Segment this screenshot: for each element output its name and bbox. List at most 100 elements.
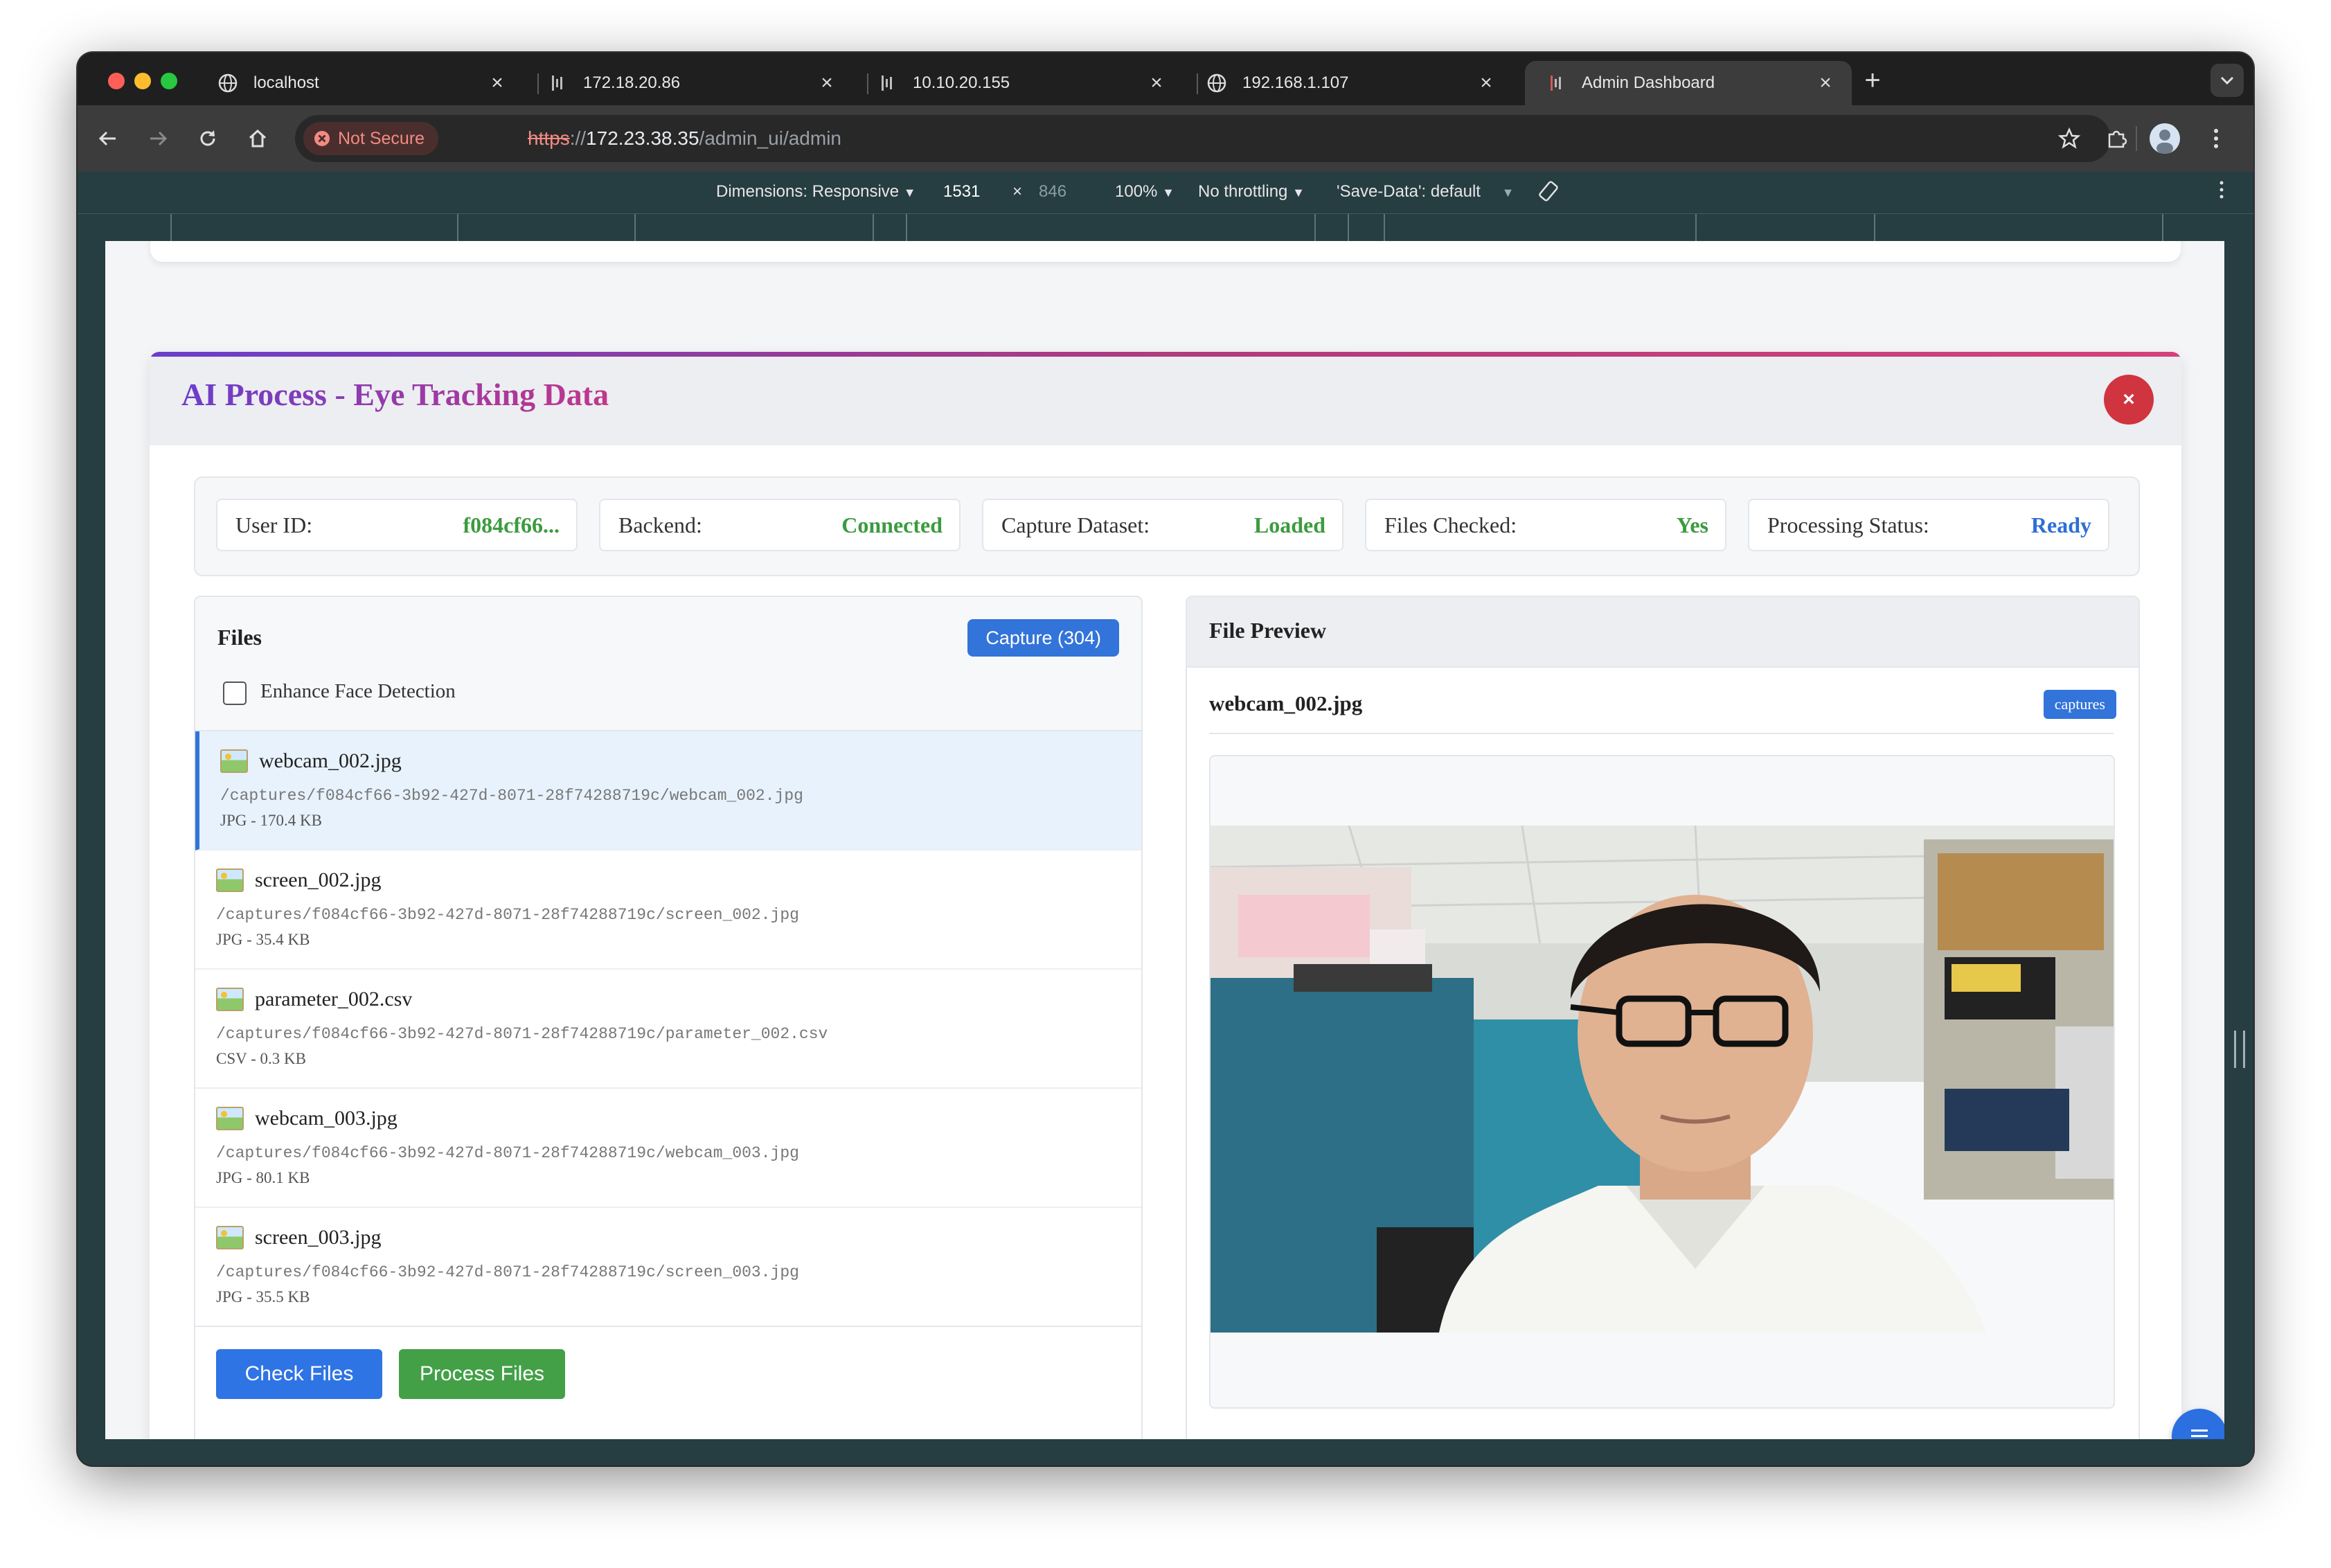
home-icon[interactable] <box>240 121 276 157</box>
file-item[interactable]: webcam_003.jpg /captures/f084cf66-3b92-4… <box>195 1089 1141 1208</box>
tab-localhost[interactable]: localhost × <box>197 61 524 105</box>
file-name: webcam_002.jpg <box>259 749 402 772</box>
maximize-window-button[interactable] <box>161 73 177 89</box>
close-tab-icon[interactable]: × <box>1812 71 1839 95</box>
url-text[interactable]: https://172.23.38.35/admin_ui/admin <box>528 115 841 162</box>
image-file-icon <box>216 1107 244 1130</box>
url-host: 172.23.38.35 <box>586 127 699 149</box>
profile-avatar[interactable] <box>2150 123 2180 154</box>
tab-title: localhost <box>253 73 319 92</box>
bookmark-star-icon[interactable] <box>2051 121 2087 157</box>
tab-admin-dashboard[interactable]: Admin Dashboard × <box>1525 61 1852 105</box>
image-file-icon <box>216 1226 244 1249</box>
status-backend: Backend: Connected <box>599 499 961 551</box>
status-files-checked: Files Checked: Yes <box>1365 499 1726 551</box>
enhance-face-detection-label[interactable]: Enhance Face Detection <box>260 680 456 703</box>
tab-192-168-1-107[interactable]: 192.168.1.107 × <box>1186 61 1512 105</box>
zoom-select[interactable]: 100% ▼ <box>1115 182 1175 202</box>
toolbar-divider <box>2136 126 2137 151</box>
file-meta: JPG - 80.1 KB <box>216 1169 310 1186</box>
dimensions-select[interactable]: Dimensions: Responsive ▼ <box>716 182 916 202</box>
zoom-value: 100% <box>1115 182 1158 201</box>
status-label: User ID: <box>235 513 313 537</box>
throttling-select[interactable]: No throttling ▼ <box>1198 182 1305 202</box>
resize-handle-right[interactable] <box>2234 1031 2245 1068</box>
warning-icon <box>314 131 330 146</box>
webcam-photo <box>1211 826 2114 1333</box>
back-icon[interactable] <box>90 121 126 157</box>
accent-bar <box>150 352 2181 357</box>
status-capture-dataset: Capture Dataset: Loaded <box>982 499 1343 551</box>
extensions-icon[interactable] <box>2098 121 2134 157</box>
width-input[interactable]: 1531 <box>943 182 980 202</box>
not-secure-label: Not Secure <box>338 128 425 148</box>
enhance-face-detection-checkbox[interactable] <box>223 681 247 705</box>
address-bar[interactable]: Not Secure https://172.23.38.35/admin_ui… <box>295 115 2111 162</box>
save-data-select[interactable]: 'Save-Data': default ▼ <box>1337 182 1514 202</box>
caret-down-icon: ▼ <box>1292 186 1305 199</box>
status-value: Loaded <box>1253 513 1325 537</box>
process-files-button[interactable]: Process Files <box>399 1349 565 1399</box>
minimize-window-button[interactable] <box>134 73 151 89</box>
menu-icon <box>2191 1429 2208 1437</box>
tab-title: 172.18.20.86 <box>583 73 681 92</box>
close-tab-icon[interactable]: × <box>1143 71 1170 95</box>
status-value: Ready <box>2030 513 2091 537</box>
rotate-icon[interactable] <box>1536 179 1561 208</box>
url-scheme: https <box>528 127 570 149</box>
more-menu-icon[interactable] <box>2198 121 2234 157</box>
file-actions: Check Files Process Files <box>195 1326 1141 1439</box>
status-label: Processing Status: <box>1767 513 1929 537</box>
browser-toolbar: Not Secure https://172.23.38.35/admin_ui… <box>78 105 2253 172</box>
file-name: parameter_002.csv <box>255 988 413 1010</box>
capture-button[interactable]: Capture (304) <box>967 619 1119 657</box>
folder-badge: captures <box>2043 690 2116 719</box>
image-file-icon <box>216 868 244 892</box>
globe-icon <box>1206 73 1227 93</box>
file-item[interactable]: screen_002.jpg /captures/f084cf66-3b92-4… <box>195 850 1141 970</box>
new-tab-icon[interactable]: + <box>1855 62 1891 98</box>
file-item-selected[interactable]: webcam_002.jpg /captures/f084cf66-3b92-4… <box>195 731 1141 850</box>
file-meta: CSV - 0.3 KB <box>216 1050 306 1067</box>
file-item[interactable]: screen_003.jpg /captures/f084cf66-3b92-4… <box>195 1208 1141 1326</box>
file-item[interactable]: parameter_002.csv /captures/f084cf66-3b9… <box>195 970 1141 1089</box>
tab-title: Admin Dashboard <box>1582 73 1715 92</box>
device-more-icon[interactable] <box>2219 180 2224 204</box>
tab-10-10-20-155[interactable]: 10.10.20.155 × <box>856 61 1183 105</box>
file-name: screen_003.jpg <box>255 1226 382 1249</box>
height-input[interactable]: 846 <box>1039 182 1066 202</box>
preview-heading: File Preview <box>1209 618 1327 643</box>
page-viewport: AI Process - Eye Tracking Data × User ID… <box>105 241 2224 1439</box>
check-files-button[interactable]: Check Files <box>216 1349 382 1399</box>
media-query-ruler <box>78 213 2253 242</box>
status-label: Files Checked: <box>1384 513 1517 537</box>
dimension-times: × <box>1012 182 1023 201</box>
forward-icon[interactable] <box>140 121 176 157</box>
close-tab-icon[interactable]: × <box>813 71 841 95</box>
close-window-button[interactable] <box>108 73 125 89</box>
image-file-icon <box>220 749 248 773</box>
device-frame: AI Process - Eye Tracking Data × User ID… <box>78 241 2253 1465</box>
caret-down-icon: ▼ <box>1162 186 1175 199</box>
file-list: webcam_002.jpg /captures/f084cf66-3b92-4… <box>195 730 1141 1326</box>
close-tab-icon[interactable]: × <box>483 71 511 95</box>
close-tab-icon[interactable]: × <box>1472 71 1500 95</box>
files-heading: Files <box>217 625 262 650</box>
preview-file-name: webcam_002.jpg <box>1209 691 1363 715</box>
close-icon: × <box>2123 388 2135 411</box>
status-value: Yes <box>1676 513 1708 537</box>
reload-icon[interactable] <box>190 121 226 157</box>
close-modal-button[interactable]: × <box>2104 375 2154 425</box>
file-path: /captures/f084cf66-3b92-427d-8071-28f742… <box>216 1263 799 1281</box>
tab-title: 10.10.20.155 <box>913 73 1010 92</box>
save-data-value: 'Save-Data': default <box>1337 182 1481 201</box>
not-secure-chip[interactable]: Not Secure <box>303 122 439 155</box>
site-favicon-icon <box>877 73 897 93</box>
tab-172-18-20-86[interactable]: 172.18.20.86 × <box>526 61 853 105</box>
file-meta: JPG - 35.5 KB <box>216 1288 310 1306</box>
status-value: Connected <box>841 513 943 537</box>
modal-title: AI Process - Eye Tracking Data <box>181 377 609 412</box>
browser-window: localhost × 172.18.20.86 × 10.10.20.155 … <box>78 53 2253 1465</box>
status-user-id: User ID: f084cf66... <box>216 499 578 551</box>
tab-search-button[interactable] <box>2211 64 2244 97</box>
